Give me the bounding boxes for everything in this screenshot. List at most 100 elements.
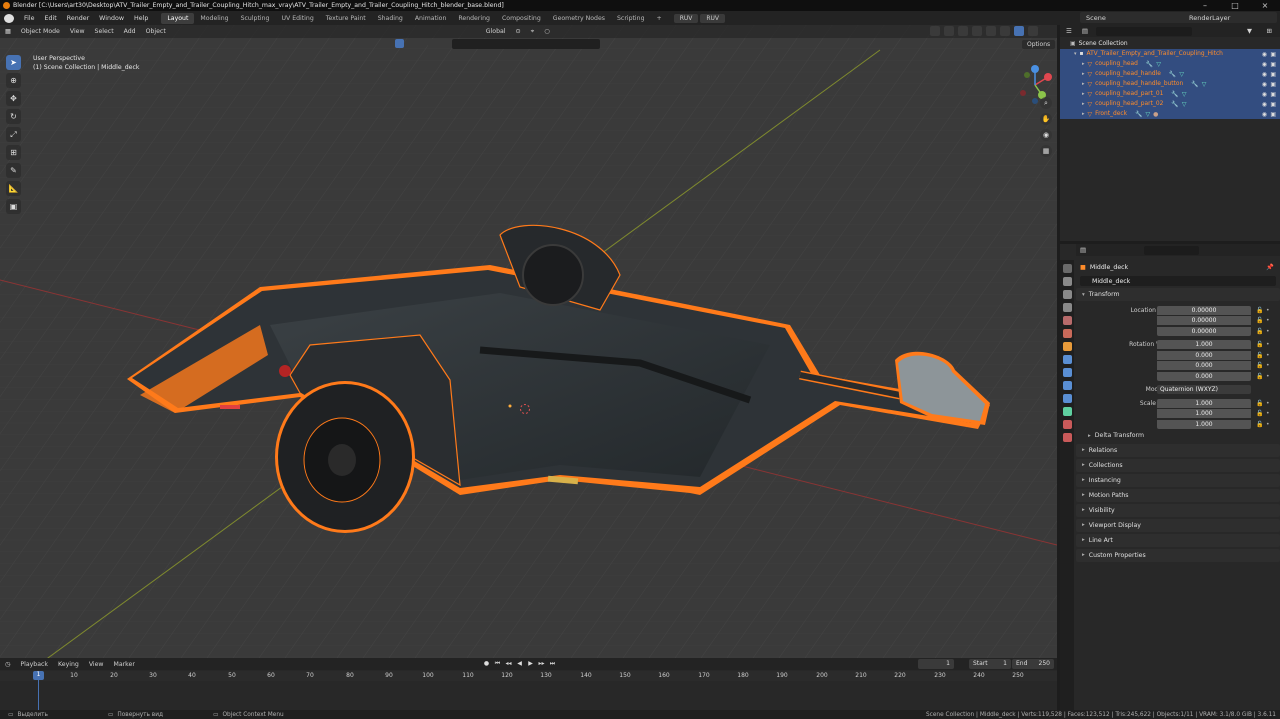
- cursor-tool-icon[interactable]: ⊕: [6, 73, 21, 88]
- render-camera-icon[interactable]: ▣: [1270, 111, 1276, 118]
- playhead[interactable]: [38, 680, 39, 710]
- maximize-icon[interactable]: □: [1220, 0, 1250, 11]
- wireframe-shading-icon[interactable]: [986, 26, 996, 36]
- transform-orientation[interactable]: Global: [480, 27, 511, 36]
- render-camera-icon[interactable]: ▣: [1270, 91, 1276, 98]
- object-name-field[interactable]: Middle_deck: [1080, 276, 1276, 286]
- lock-icon[interactable]: 🔓: [1256, 362, 1263, 369]
- snap-icon[interactable]: ⌖: [526, 27, 539, 37]
- overlay-toggle-icon[interactable]: [958, 26, 968, 36]
- solid-shading-icon[interactable]: [1000, 26, 1010, 36]
- visibility-eye-icon[interactable]: ◉: [1262, 51, 1267, 58]
- viewport-search-input[interactable]: [452, 39, 600, 49]
- tab-compositing[interactable]: Compositing: [496, 13, 547, 24]
- object-tab-icon[interactable]: [1062, 342, 1072, 351]
- rotation-z-field[interactable]: 0.000: [1157, 371, 1251, 381]
- end-frame-field[interactable]: End 250: [1012, 659, 1054, 669]
- outliner-collection[interactable]: ▾ ▪ ATV_Trailer_Empty_and_Trailer_Coupli…: [1060, 49, 1280, 59]
- outliner-item[interactable]: ▸ ▽ coupling_head 🔧 ▽ ◉ ▣: [1060, 59, 1280, 69]
- tab-layout[interactable]: Layout: [161, 12, 195, 24]
- lock-icon[interactable]: 🔓: [1256, 352, 1263, 359]
- lock-icon[interactable]: 🔓: [1256, 410, 1263, 417]
- keyframe-dot-icon[interactable]: •: [1266, 341, 1270, 348]
- keyframe-dot-icon[interactable]: •: [1266, 328, 1270, 335]
- minimize-icon[interactable]: –: [1190, 0, 1220, 11]
- properties-editor[interactable]: ▤ ■ Middle_deck 📌 Middle_deck ▾ Transfor…: [1060, 244, 1280, 710]
- 3d-viewport[interactable]: ▦ Object Mode View Select Add Object Glo…: [0, 25, 1057, 658]
- gizmo-toggle-icon[interactable]: [944, 26, 954, 36]
- add-workspace-icon[interactable]: +: [651, 13, 668, 24]
- rotation-y-field[interactable]: 0.000: [1157, 361, 1251, 370]
- lock-icon[interactable]: 🔓: [1256, 421, 1263, 428]
- render-camera-icon[interactable]: ▣: [1270, 71, 1276, 78]
- measure-tool-icon[interactable]: 📐: [6, 181, 21, 196]
- keyframe-dot-icon[interactable]: •: [1266, 362, 1270, 369]
- tab-scripting[interactable]: Scripting: [611, 13, 651, 24]
- menu-window[interactable]: Window: [94, 15, 129, 22]
- rotation-w-field[interactable]: 1.000: [1157, 340, 1251, 349]
- keyframe-dot-icon[interactable]: •: [1266, 410, 1270, 417]
- lock-icon[interactable]: 🔓: [1256, 317, 1263, 324]
- modifier-tab-icon[interactable]: [1062, 355, 1072, 364]
- expand-chevron-icon[interactable]: ▸: [1082, 71, 1085, 77]
- visibility-panel-header[interactable]: ▸ Visibility: [1076, 503, 1280, 517]
- properties-search-input[interactable]: [1144, 246, 1199, 255]
- viewport-display-panel-header[interactable]: ▸ Viewport Display: [1076, 518, 1280, 532]
- location-x-field[interactable]: 0.00000: [1157, 305, 1251, 315]
- collapse-chevron-icon[interactable]: ▾: [1074, 51, 1077, 57]
- ruv-button-2[interactable]: RUV: [700, 13, 726, 23]
- outliner-scene-collection[interactable]: ▣ Scene Collection: [1060, 39, 1280, 49]
- start-frame-field[interactable]: Start 1: [969, 659, 1011, 669]
- visibility-eye-icon[interactable]: ◉: [1262, 81, 1267, 88]
- jump-end-icon[interactable]: ⏭: [548, 659, 557, 668]
- keyframe-dot-icon[interactable]: •: [1266, 307, 1270, 314]
- object-type-icon-1[interactable]: [395, 39, 404, 48]
- physics-tab-icon[interactable]: [1062, 381, 1072, 390]
- zoom-icon[interactable]: ⌕: [1040, 97, 1052, 109]
- outliner-editor-icon[interactable]: ☰: [1066, 27, 1072, 35]
- editor-type-icon[interactable]: ▦: [0, 27, 16, 36]
- select-box-tool-icon[interactable]: ➤: [6, 55, 21, 70]
- relations-panel-header[interactable]: ▸ Relations: [1076, 443, 1280, 457]
- location-y-field[interactable]: 0.00000: [1157, 316, 1251, 325]
- render-camera-icon[interactable]: ▣: [1270, 101, 1276, 108]
- location-z-field[interactable]: 0.00000: [1157, 326, 1251, 336]
- view-layer-selector[interactable]: RenderLayer: [1183, 12, 1277, 23]
- prev-key-icon[interactable]: ◂◂: [504, 659, 513, 668]
- rotation-x-field[interactable]: 0.000: [1157, 350, 1251, 360]
- rotation-mode-dropdown[interactable]: Quaternion (WXYZ): [1157, 385, 1251, 394]
- timeline-editor-icon[interactable]: ◷: [0, 661, 15, 668]
- record-icon[interactable]: ●: [482, 659, 491, 668]
- tab-texture-paint[interactable]: Texture Paint: [320, 13, 372, 24]
- timeline-menu-keying[interactable]: Keying: [53, 661, 84, 668]
- expand-chevron-icon[interactable]: ▸: [1082, 61, 1085, 67]
- delta-transform-subpanel[interactable]: ▸ Delta Transform: [1076, 430, 1280, 442]
- menu-file[interactable]: File: [19, 15, 40, 22]
- line-art-panel-header[interactable]: ▸ Line Art: [1076, 533, 1280, 547]
- outliner-item[interactable]: ▸ ▽ coupling_head_handle 🔧 ▽ ◉ ▣: [1060, 69, 1280, 79]
- timeline-ruler[interactable]: 1 10 20 30 40 50 60 70 80 90 100 110 120…: [0, 671, 1057, 681]
- lock-icon[interactable]: 🔓: [1256, 307, 1263, 314]
- expand-chevron-icon[interactable]: ▸: [1082, 111, 1085, 117]
- keyframe-dot-icon[interactable]: •: [1266, 352, 1270, 359]
- viewport-menu-view[interactable]: View: [65, 27, 90, 36]
- pin-icon[interactable]: 📌: [1266, 263, 1274, 271]
- keyframe-dot-icon[interactable]: •: [1266, 400, 1270, 407]
- expand-chevron-icon[interactable]: ▸: [1082, 101, 1085, 107]
- play-reverse-icon[interactable]: ◀: [515, 659, 524, 668]
- jump-start-icon[interactable]: ⏮: [493, 659, 502, 668]
- timeline-menu-playback[interactable]: Playback: [15, 661, 53, 668]
- move-tool-icon[interactable]: ✥: [6, 91, 21, 106]
- keyframe-dot-icon[interactable]: •: [1266, 421, 1270, 428]
- constraints-tab-icon[interactable]: [1062, 394, 1072, 403]
- mode-selector[interactable]: Object Mode: [15, 27, 65, 36]
- menu-render[interactable]: Render: [62, 15, 94, 22]
- timeline-editor[interactable]: ◷ Playback Keying View Marker ● ⏮ ◂◂ ◀ ▶…: [0, 658, 1057, 710]
- object-type-icon-4[interactable]: [428, 39, 437, 48]
- ruv-button-1[interactable]: RUV: [673, 13, 699, 23]
- tab-modeling[interactable]: Modeling: [194, 13, 234, 24]
- tab-sculpting[interactable]: Sculpting: [235, 13, 276, 24]
- ruler-current-frame[interactable]: 1: [33, 671, 44, 680]
- render-tab-icon[interactable]: [1062, 277, 1072, 286]
- blender-menu-icon[interactable]: [4, 13, 14, 23]
